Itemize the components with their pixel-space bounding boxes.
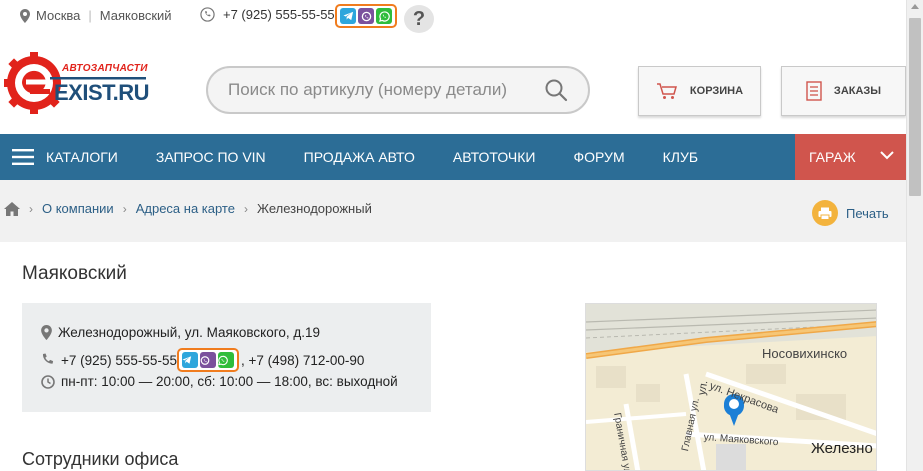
office-info-box: Железнодорожный, ул. Маяковского, д.19 +… xyxy=(22,303,431,412)
cart-icon xyxy=(656,83,677,99)
nav-item-club[interactable]: КЛУБ xyxy=(663,149,698,165)
cart-label: КОРЗИНА xyxy=(689,85,744,97)
garage-button[interactable]: ГАРАЖ xyxy=(795,134,906,180)
top-phone-number[interactable]: +7 (925) 555-55-55 xyxy=(223,7,335,22)
print-label: Печать xyxy=(846,205,889,221)
whatsapp-icon[interactable] xyxy=(217,352,234,368)
telegram-icon[interactable] xyxy=(181,352,198,368)
map-label-town: Железно xyxy=(811,440,873,457)
phone-icon xyxy=(200,7,215,22)
top-messengers xyxy=(335,4,397,28)
location-map[interactable]: Носовихинско ул. Некрасова ул. Главная у… xyxy=(585,303,877,471)
address-row: Железнодорожный, ул. Маяковского, д.19 xyxy=(41,325,320,340)
scrollbar-thumb[interactable] xyxy=(909,18,921,196)
breadcrumb-map-addresses[interactable]: Адреса на карте xyxy=(136,201,235,216)
map-label-gruzovaya: ул. xyxy=(696,379,711,397)
nav-item-vin-request[interactable]: ЗАПРОС ПО VIN xyxy=(156,149,266,165)
cart-button[interactable]: КОРЗИНА xyxy=(638,66,761,116)
main-nav: КАТАЛОГИ ЗАПРОС ПО VIN ПРОДАЖА АВТО АВТО… xyxy=(0,134,906,180)
search-box xyxy=(206,66,590,114)
nav-item-forum[interactable]: ФОРУМ xyxy=(573,149,624,165)
search-icon[interactable] xyxy=(544,78,568,102)
office-hours: пн-пт: 10:00 — 20:00, сб: 10:00 — 18:00,… xyxy=(61,374,398,389)
header: АВТОЗАПЧАСТИ EXIST.RU КОРЗИНА ЗАКАЗЫ xyxy=(0,34,906,134)
breadcrumb: › О компании › Адреса на карте › Железно… xyxy=(0,180,906,242)
menu-icon[interactable] xyxy=(12,149,34,165)
metro-label[interactable]: Маяковский xyxy=(100,8,172,23)
orders-label: ЗАКАЗЫ xyxy=(833,85,882,97)
viber-icon[interactable] xyxy=(358,8,374,24)
nav-item-car-sales[interactable]: ПРОДАЖА АВТО xyxy=(304,149,415,165)
logo-name: EXIST.RU xyxy=(54,80,150,105)
clock-icon xyxy=(41,374,55,389)
top-phone: +7 (925) 555-55-55 xyxy=(200,7,335,22)
office-phone-1[interactable]: +7 (925) 555-55-55 xyxy=(61,353,177,368)
help-button[interactable]: ? xyxy=(404,5,434,33)
top-bar: Москва | Маяковский +7 (925) 555-55-55 ? xyxy=(0,0,906,34)
orders-button[interactable]: ЗАКАЗЫ xyxy=(781,66,906,116)
phone-icon xyxy=(42,353,54,364)
office-messengers xyxy=(176,348,239,372)
search-input[interactable] xyxy=(228,78,538,102)
phone-row: +7 (925) 555-55-55 , +7 (498) 712-00-90 xyxy=(41,348,364,372)
office-phone-2[interactable]: , +7 (498) 712-00-90 xyxy=(241,353,364,368)
map-label-nosovikhinskoe: Носовихинско xyxy=(762,346,848,361)
staff-section-title: Сотрудники офиса xyxy=(22,449,179,469)
page: Москва | Маяковский +7 (925) 555-55-55 ? xyxy=(0,0,923,471)
site-logo[interactable]: АВТОЗАПЧАСТИ EXIST.RU xyxy=(4,52,154,114)
viber-icon[interactable] xyxy=(199,352,216,368)
hours-row: пн-пт: 10:00 — 20:00, сб: 10:00 — 18:00,… xyxy=(41,374,398,389)
vertical-scrollbar[interactable] xyxy=(906,0,923,471)
help-label: ? xyxy=(412,7,426,30)
page-title: Маяковский xyxy=(22,263,127,284)
home-icon[interactable] xyxy=(4,201,20,216)
telegram-icon[interactable] xyxy=(340,8,356,24)
print-button[interactable]: Печать xyxy=(812,200,889,226)
printer-icon xyxy=(812,200,838,226)
city-label[interactable]: Москва xyxy=(36,8,80,23)
orders-list-icon xyxy=(806,81,822,101)
garage-label: ГАРАЖ xyxy=(809,149,856,165)
breadcrumb-about[interactable]: О компании xyxy=(42,201,114,216)
chevron-down-icon xyxy=(880,151,894,160)
logo-tagline: АВТОЗАПЧАСТИ xyxy=(62,63,148,74)
chevron-right-icon: › xyxy=(243,201,248,216)
office-address: Железнодорожный, ул. Маяковского, д.19 xyxy=(58,325,321,340)
location-pin-icon xyxy=(20,8,30,23)
whatsapp-icon[interactable] xyxy=(376,8,392,24)
breadcrumb-trail: › О компании › Адреса на карте › Железно… xyxy=(4,201,372,216)
location-pin-icon xyxy=(41,325,52,340)
nav-item-autopoints[interactable]: АВТОТОЧКИ xyxy=(453,149,536,165)
chevron-right-icon: › xyxy=(122,201,127,216)
chevron-right-icon: › xyxy=(29,201,33,216)
breadcrumb-current: Железнодорожный xyxy=(256,201,372,216)
location[interactable]: Москва | Маяковский xyxy=(20,8,172,23)
scroll-up-arrow-icon[interactable] xyxy=(911,4,919,9)
separator: | xyxy=(88,8,92,23)
nav-item-catalogs[interactable]: КАТАЛОГИ xyxy=(46,149,118,165)
